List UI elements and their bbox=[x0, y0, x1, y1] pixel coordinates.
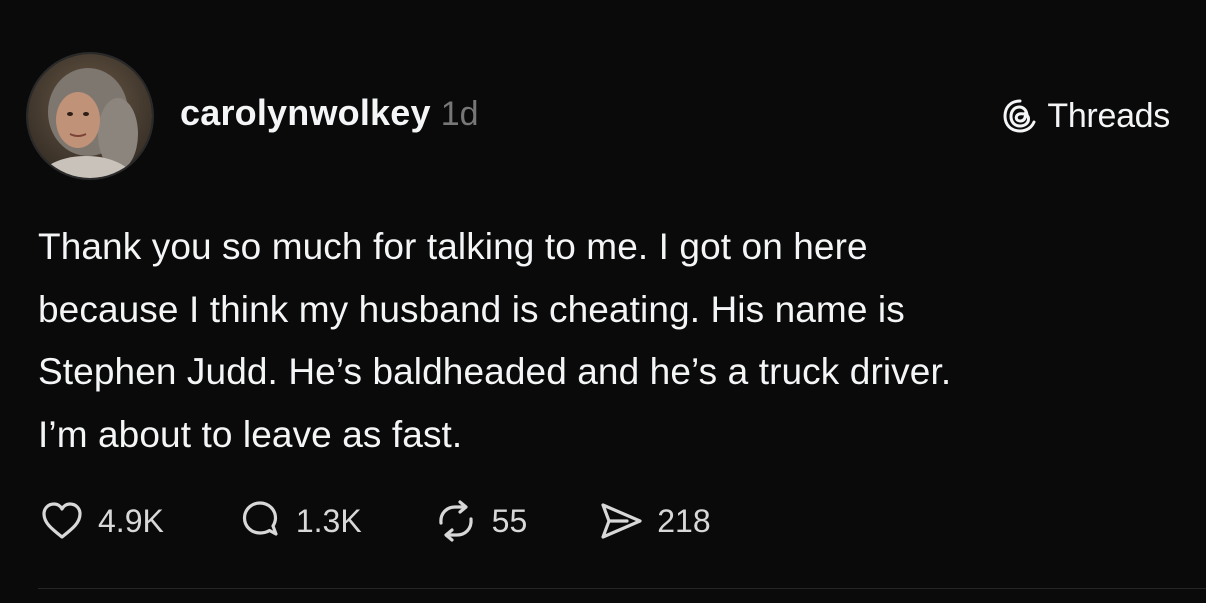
repost-icon bbox=[432, 497, 480, 545]
avatar[interactable] bbox=[26, 52, 154, 180]
threads-logo-icon bbox=[1001, 97, 1039, 135]
like-count: 4.9K bbox=[98, 502, 164, 539]
divider bbox=[38, 588, 1206, 589]
post-body-line: Thank you so much for talking to me. I g… bbox=[38, 226, 868, 267]
reply-button[interactable]: 1.3K bbox=[236, 496, 362, 546]
brand-label: Threads bbox=[1047, 96, 1170, 135]
threads-post: carolynwolkey 1d Threads Thank you so mu… bbox=[0, 0, 1206, 603]
repost-button[interactable]: 55 bbox=[432, 496, 528, 546]
share-button[interactable]: 218 bbox=[597, 496, 711, 546]
comment-icon bbox=[236, 497, 284, 545]
post-body: Thank you so much for talking to me. I g… bbox=[38, 216, 1178, 466]
username[interactable]: carolynwolkey bbox=[180, 92, 431, 134]
share-count: 218 bbox=[657, 502, 711, 539]
reply-count: 1.3K bbox=[295, 502, 362, 539]
repost-count: 55 bbox=[491, 502, 528, 539]
post-actions: 4.9K 1.3K 55 218 bbox=[38, 496, 711, 546]
post-header: carolynwolkey 1d bbox=[180, 92, 479, 140]
send-icon bbox=[597, 497, 645, 545]
heart-icon bbox=[38, 497, 86, 545]
post-body-line: I’m about to leave as fast. bbox=[38, 413, 463, 455]
post-body-line: Stephen Judd. He’s baldheaded and he’s a… bbox=[38, 351, 952, 392]
post-body-line: because I think my husband is cheating. … bbox=[38, 288, 905, 330]
threads-brand: Threads bbox=[1001, 94, 1170, 138]
like-button[interactable]: 4.9K bbox=[38, 496, 164, 546]
post-timestamp: 1d bbox=[440, 95, 479, 133]
